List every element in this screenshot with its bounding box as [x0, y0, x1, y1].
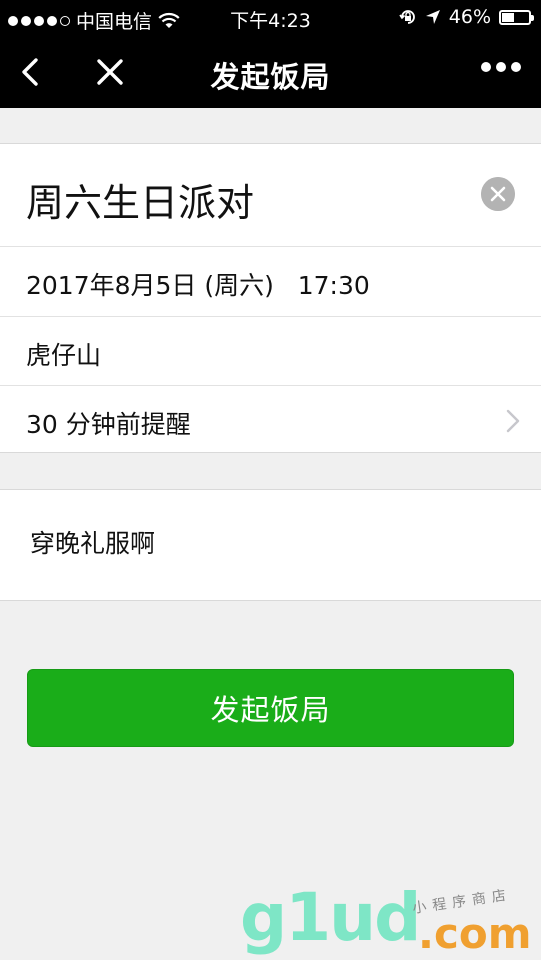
- datetime-row[interactable]: 2017年8月5日 (周六) 17:30: [0, 247, 541, 316]
- clear-icon[interactable]: [481, 177, 515, 211]
- datetime-value: 2017年8月5日 (周六) 17:30: [26, 271, 370, 300]
- status-right: 46%: [399, 6, 534, 28]
- chevron-right-icon: [506, 409, 520, 433]
- event-details-group: 周六生日派对 2017年8月5日 (周六) 17:30 虎仔山 30 分钟前提醒: [0, 143, 541, 453]
- location-arrow-icon: [425, 10, 440, 24]
- battery-fill: [502, 12, 514, 22]
- location-value: 虎仔山: [26, 341, 102, 370]
- status-bar: 中国电信 下午4:23 46%: [0, 0, 541, 36]
- note-textarea[interactable]: 穿晚礼服啊: [30, 524, 155, 560]
- submit-button[interactable]: 发起饭局: [27, 669, 514, 747]
- title-input-row[interactable]: 周六生日派对: [0, 144, 541, 246]
- rotation-lock-icon: [399, 10, 415, 24]
- title-input[interactable]: 周六生日派对: [26, 172, 254, 227]
- battery-icon: [499, 9, 534, 25]
- watermark-logo: g1ud 小程序商店 .com: [240, 879, 540, 960]
- nav-bar: 发起饭局: [0, 36, 541, 108]
- reminder-value: 30 分钟前提醒: [26, 410, 191, 439]
- battery-percent: 46%: [448, 6, 491, 28]
- location-row[interactable]: 虎仔山: [0, 317, 541, 386]
- more-icon[interactable]: [481, 62, 521, 72]
- watermark-big-text: g1ud: [240, 879, 421, 956]
- page-title: 发起饭局: [210, 60, 331, 94]
- reminder-row[interactable]: 30 分钟前提醒: [0, 386, 541, 455]
- note-group: 穿晚礼服啊: [0, 489, 541, 601]
- watermark-com-text: .com: [418, 909, 532, 958]
